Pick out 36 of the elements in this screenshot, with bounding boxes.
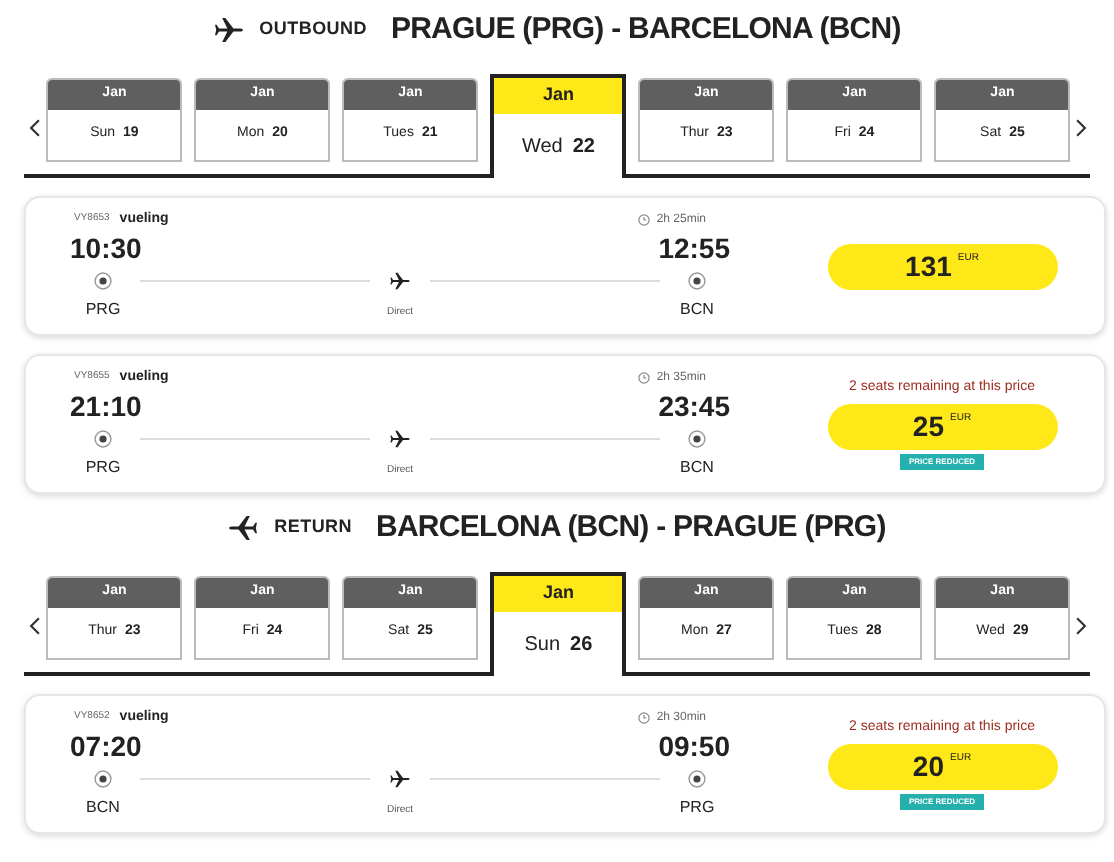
airplane-icon [228, 512, 259, 544]
airplane-icon [390, 270, 410, 292]
chevron-right-icon[interactable] [1073, 616, 1088, 636]
route-title: BARCELONA (BCN) - PRAGUE (PRG) [376, 507, 886, 548]
airplane-icon [390, 428, 410, 450]
arrival-time: 12:55 [658, 230, 730, 268]
airport-code: BCN [678, 297, 716, 321]
airplane-icon [213, 14, 244, 46]
chevron-right-icon[interactable] [1073, 118, 1088, 138]
airport-code: BCN [678, 455, 716, 479]
chevron-left-icon[interactable] [28, 616, 43, 636]
departure-time: 21:10 [70, 388, 142, 426]
clock-icon [638, 712, 651, 724]
departure-time: 10:30 [70, 230, 142, 268]
airport-code: BCN [84, 795, 122, 819]
clock-icon [638, 372, 651, 384]
section-label: OUTBOUND [259, 16, 367, 43]
chevron-left-icon[interactable] [28, 118, 43, 138]
arrival-time: 23:45 [658, 388, 730, 426]
route-title: PRAGUE (PRG) - BARCELONA (BCN) [390, 9, 901, 50]
stop-dot-icon [688, 430, 706, 448]
stop-dot-icon [688, 770, 706, 788]
date-tab[interactable]: Jan Sun 26 [490, 572, 627, 676]
section-label: RETURN [274, 514, 352, 541]
airport-code: PRG [83, 297, 123, 321]
arrival-time: 09:50 [658, 728, 730, 766]
airplane-icon [390, 768, 410, 790]
stop-dot-icon [94, 272, 112, 290]
stop-dot-icon [688, 272, 706, 290]
departure-time: 07:20 [70, 728, 142, 766]
airport-code: PRG [677, 795, 717, 819]
stop-dot-icon [94, 430, 112, 448]
stop-dot-icon [94, 770, 112, 788]
clock-icon [638, 214, 651, 226]
airport-code: PRG [83, 455, 123, 479]
date-tab[interactable]: Jan Wed 22 [490, 74, 627, 178]
